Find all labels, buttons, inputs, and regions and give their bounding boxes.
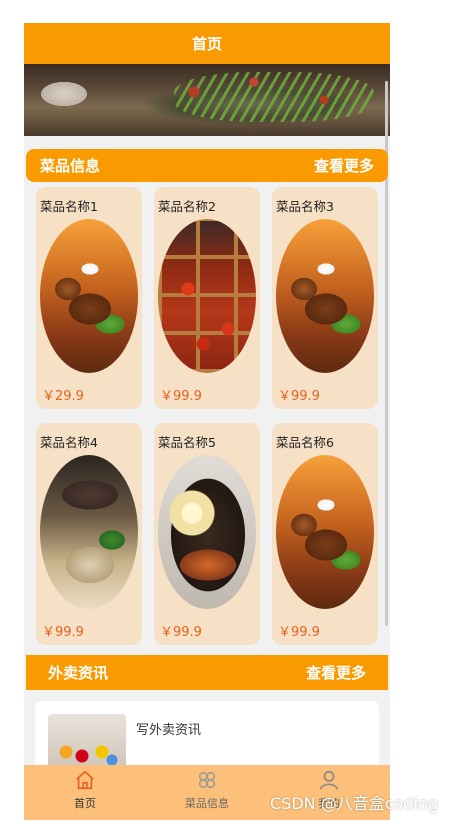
news-item[interactable]: 写外卖资讯 <box>35 701 379 772</box>
banner-image <box>174 72 374 122</box>
view-more-link[interactable]: 查看更多 <box>306 662 366 683</box>
watermark: CSDN @八音盒coding <box>270 794 439 813</box>
dish-image <box>276 455 374 609</box>
dish-name: 菜品名称6 <box>276 435 334 450</box>
news-title: 写外卖资讯 <box>136 723 202 738</box>
dish-image <box>40 455 138 609</box>
tab-label: 菜品信息 <box>185 797 229 810</box>
dish-card-1[interactable]: 菜品名称1 ￥29.9 <box>36 187 142 409</box>
dish-name: 菜品名称5 <box>158 435 216 450</box>
view-more-link[interactable]: 查看更多 <box>314 155 374 176</box>
section-title: 菜品信息 <box>40 157 101 175</box>
dish-name: 菜品名称1 <box>40 199 98 214</box>
dish-card-4[interactable]: 菜品名称4 ￥99.9 <box>36 423 142 645</box>
dish-price: ￥99.9 <box>42 625 84 640</box>
tab-label: 首页 <box>74 797 96 810</box>
dish-name: 菜品名称2 <box>158 199 216 214</box>
news-thumbnail <box>48 714 126 772</box>
page-title: 首页 <box>191 35 222 53</box>
dish-image <box>158 455 256 609</box>
dish-price: ￥29.9 <box>42 389 84 404</box>
dish-card-6[interactable]: 菜品名称6 ￥99.9 <box>272 423 378 645</box>
dish-image <box>158 219 256 373</box>
dish-price: ￥99.9 <box>278 625 320 640</box>
dish-image <box>40 219 138 373</box>
dishes-section-header: 菜品信息 查看更多 <box>26 149 388 182</box>
section-title: 外卖资讯 <box>48 664 109 682</box>
phone-screen: 首页 菜品信息 查看更多 菜品名称1 ￥29.9 菜品名称2 ￥99.9 菜品名… <box>24 23 390 820</box>
home-icon <box>76 770 94 790</box>
top-bar: 首页 <box>24 23 390 64</box>
dish-price: ￥99.9 <box>160 389 202 404</box>
banner-carousel[interactable] <box>24 64 390 136</box>
dish-price: ￥99.9 <box>160 625 202 640</box>
dish-card-2[interactable]: 菜品名称2 ￥99.9 <box>154 187 260 409</box>
tab-dishes[interactable]: 菜品信息 <box>146 765 268 820</box>
dish-name: 菜品名称4 <box>40 435 98 450</box>
dish-name: 菜品名称3 <box>276 199 334 214</box>
user-icon <box>319 770 339 790</box>
dish-price: ￥99.9 <box>278 389 320 404</box>
news-section-header: 外卖资讯 查看更多 <box>26 655 388 690</box>
dish-card-3[interactable]: 菜品名称3 ￥99.9 <box>272 187 378 409</box>
dish-card-5[interactable]: 菜品名称5 ￥99.9 <box>154 423 260 645</box>
flower-icon <box>198 771 216 789</box>
dish-image <box>276 219 374 373</box>
tab-home[interactable]: 首页 <box>24 765 146 820</box>
